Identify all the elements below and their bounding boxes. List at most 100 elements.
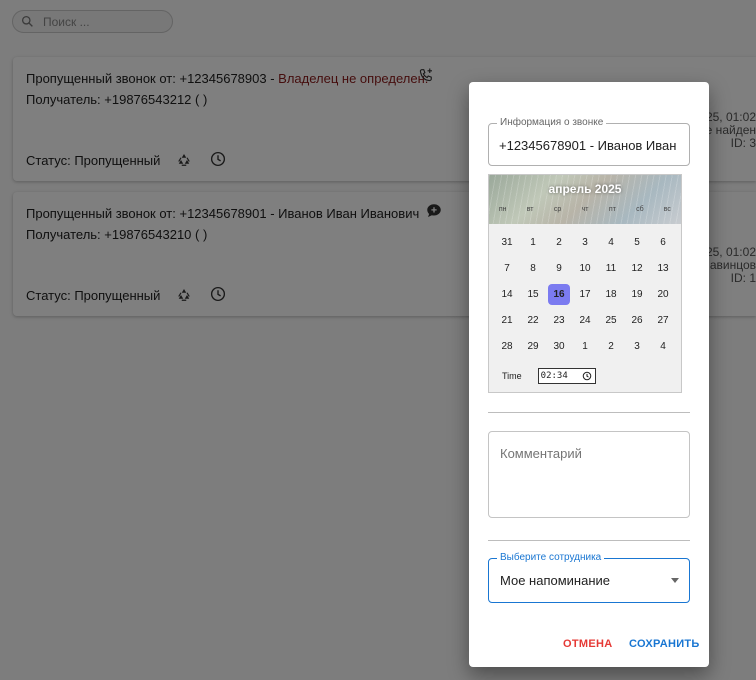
chevron-down-icon[interactable] bbox=[671, 578, 679, 583]
calendar-day-number: 29 bbox=[527, 340, 539, 352]
calendar-day[interactable]: 26 bbox=[624, 307, 650, 333]
calendar-day[interactable]: 27 bbox=[650, 307, 676, 333]
calendar-header: апрель 2025 пн вт ср чт пт сб вс bbox=[489, 175, 681, 224]
calendar-day[interactable]: 30 bbox=[546, 333, 572, 359]
calendar-day[interactable]: 19 bbox=[624, 281, 650, 307]
time-input[interactable]: 02:34 bbox=[537, 368, 596, 384]
calendar-day-number: 19 bbox=[631, 288, 643, 300]
calendar-day-number: 20 bbox=[657, 288, 669, 300]
calendar-day[interactable]: 20 bbox=[650, 281, 676, 307]
calendar-day[interactable]: 6 bbox=[650, 229, 676, 255]
calendar-day[interactable]: 7 bbox=[494, 255, 520, 281]
calendar-day[interactable]: 12 bbox=[624, 255, 650, 281]
calendar-day[interactable]: 5 bbox=[624, 229, 650, 255]
clock-icon[interactable] bbox=[582, 371, 592, 381]
calendar-day[interactable]: 21 bbox=[494, 307, 520, 333]
weekday-label: пт bbox=[608, 206, 616, 213]
weekday-label: сб bbox=[636, 206, 644, 213]
calendar-day-number: 25 bbox=[605, 314, 617, 326]
calendar-day[interactable]: 17 bbox=[572, 281, 598, 307]
comment-field[interactable]: Комментарий bbox=[488, 431, 690, 518]
calendar-day-number: 3 bbox=[582, 236, 588, 248]
comment-placeholder: Комментарий bbox=[500, 446, 582, 461]
calendar-day-number: 27 bbox=[657, 314, 669, 326]
calendar-day[interactable]: 25 bbox=[598, 307, 624, 333]
calendar-day-number: 16 bbox=[548, 283, 570, 305]
divider bbox=[488, 540, 690, 541]
calendar-day[interactable]: 2 bbox=[546, 229, 572, 255]
calendar-day-number: 3 bbox=[634, 340, 640, 352]
calendar-day[interactable]: 2 bbox=[598, 333, 624, 359]
calendar-day[interactable]: 22 bbox=[520, 307, 546, 333]
calendar-day-number: 26 bbox=[631, 314, 643, 326]
calendar-day[interactable]: 4 bbox=[598, 229, 624, 255]
calendar-day[interactable]: 1 bbox=[572, 333, 598, 359]
calendar-day-number: 1 bbox=[530, 236, 536, 248]
calendar-day-number: 7 bbox=[504, 262, 510, 274]
calendar-day[interactable]: 29 bbox=[520, 333, 546, 359]
calendar-day[interactable]: 15 bbox=[520, 281, 546, 307]
employee-select-value: Мое напоминание bbox=[500, 573, 611, 588]
calendar-day[interactable]: 3 bbox=[572, 229, 598, 255]
weekday-label: вт bbox=[526, 206, 534, 213]
calendar-day[interactable]: 10 bbox=[572, 255, 598, 281]
time-label: Time bbox=[502, 371, 522, 381]
calendar-day[interactable]: 28 bbox=[494, 333, 520, 359]
calendar-day[interactable]: 3 bbox=[624, 333, 650, 359]
call-info-field: Информация о звонке +12345678901 - Ивано… bbox=[488, 117, 690, 166]
weekday-label: вс bbox=[663, 206, 671, 213]
calendar-day-number: 17 bbox=[579, 288, 591, 300]
calendar-day[interactable]: 11 bbox=[598, 255, 624, 281]
calendar-day[interactable]: 14 bbox=[494, 281, 520, 307]
calendar-day-number: 13 bbox=[657, 262, 669, 274]
calendar-days-grid: 31 1 2 3 4 5 6 7 8 9 10 11 12 13 14 15 16 17 18 19 20 21 22 23 2… bbox=[494, 229, 678, 359]
time-row: Time 02:34 bbox=[502, 368, 596, 384]
calendar-day[interactable]: 24 bbox=[572, 307, 598, 333]
calendar-day-number: 28 bbox=[501, 340, 513, 352]
calendar-day-number: 9 bbox=[556, 262, 562, 274]
calendar-day[interactable]: 31 bbox=[494, 229, 520, 255]
calendar-day[interactable]: 4 bbox=[650, 333, 676, 359]
calendar-day-number: 24 bbox=[579, 314, 591, 326]
calendar-day-number: 12 bbox=[631, 262, 643, 274]
calendar-day[interactable]: 18 bbox=[598, 281, 624, 307]
calendar-day[interactable]: 9 bbox=[546, 255, 572, 281]
calendar-day-selected[interactable]: 16 bbox=[546, 281, 572, 307]
call-info-label: Информация о звонке bbox=[497, 117, 607, 128]
divider bbox=[488, 412, 690, 413]
calendar-day-number: 2 bbox=[556, 236, 562, 248]
calendar-day-number: 11 bbox=[605, 262, 617, 274]
calendar-day-number: 31 bbox=[501, 236, 513, 248]
calendar-day-number: 2 bbox=[608, 340, 614, 352]
calendar-day-number: 4 bbox=[660, 340, 666, 352]
call-info-value: +12345678901 - Иванов Иван bbox=[499, 138, 677, 153]
calendar-day-number: 14 bbox=[501, 288, 513, 300]
calendar-day-number: 21 bbox=[501, 314, 513, 326]
calendar-day-number: 8 bbox=[530, 262, 536, 274]
calendar-day[interactable]: 8 bbox=[520, 255, 546, 281]
calendar-day-number: 1 bbox=[582, 340, 588, 352]
weekday-label: пн bbox=[498, 206, 507, 213]
calendar-day-number: 30 bbox=[553, 340, 565, 352]
employee-select[interactable]: Выберите сотрудника Мое напоминание bbox=[488, 552, 690, 603]
calendar-month-title[interactable]: апрель 2025 bbox=[489, 182, 681, 196]
save-button[interactable]: СОХРАНИТЬ bbox=[629, 638, 700, 650]
calendar-day-number: 4 bbox=[608, 236, 614, 248]
weekday-row: пн вт ср чт пт сб вс bbox=[489, 206, 681, 213]
calendar-day-number: 6 bbox=[660, 236, 666, 248]
calendar-day-number: 10 bbox=[579, 262, 591, 274]
calendar-day[interactable]: 13 bbox=[650, 255, 676, 281]
calendar-day-number: 5 bbox=[634, 236, 640, 248]
reminder-dialog: Информация о звонке +12345678901 - Ивано… bbox=[469, 82, 709, 667]
cancel-button[interactable]: ОТМЕНА bbox=[563, 638, 612, 650]
calendar-day[interactable]: 23 bbox=[546, 307, 572, 333]
calendar-day-number: 18 bbox=[605, 288, 617, 300]
weekday-label: чт bbox=[581, 206, 589, 213]
calendar-day-number: 23 bbox=[553, 314, 565, 326]
date-picker: апрель 2025 пн вт ср чт пт сб вс 31 1 2 3 4 5… bbox=[488, 174, 682, 393]
calendar-day[interactable]: 1 bbox=[520, 229, 546, 255]
calendar-day-number: 22 bbox=[527, 314, 539, 326]
calendar-day-number: 15 bbox=[527, 288, 539, 300]
employee-select-label: Выберите сотрудника bbox=[497, 552, 605, 563]
time-value: 02:34 bbox=[540, 371, 568, 381]
